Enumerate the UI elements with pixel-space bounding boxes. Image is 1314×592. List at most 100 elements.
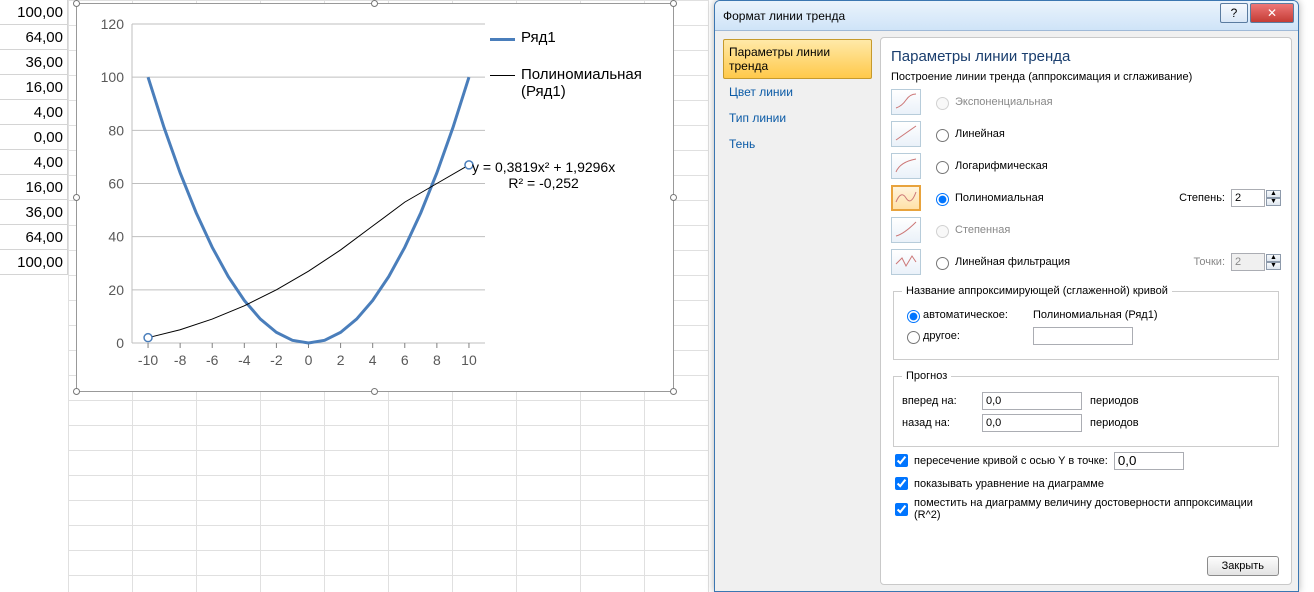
name-auto-radio[interactable] bbox=[907, 310, 920, 323]
name-other-label[interactable]: другое: bbox=[923, 330, 1033, 342]
cell[interactable]: 0,00 bbox=[0, 125, 68, 150]
svg-text:80: 80 bbox=[108, 122, 124, 138]
close-dialog-button[interactable]: Закрыть bbox=[1207, 556, 1279, 576]
svg-text:10: 10 bbox=[461, 352, 477, 368]
svg-text:6: 6 bbox=[401, 352, 409, 368]
svg-text:100: 100 bbox=[101, 69, 125, 85]
cell[interactable]: 36,00 bbox=[0, 50, 68, 75]
forecast-fieldset: Прогноз вперед на: периодов назад на: пе… bbox=[893, 370, 1279, 447]
forecast-legend: Прогноз bbox=[902, 370, 951, 382]
cell[interactable]: 64,00 bbox=[0, 25, 68, 50]
intercept-label[interactable]: пересечение кривой с осью Y в точке: bbox=[914, 455, 1108, 467]
svg-text:0: 0 bbox=[116, 335, 124, 351]
trendline-format-dialog: Формат линии тренда ? ✕ Параметры линии … bbox=[714, 0, 1299, 592]
build-label: Построение линии тренда (аппроксимация и… bbox=[891, 71, 1281, 83]
cell[interactable]: 36,00 bbox=[0, 200, 68, 225]
intercept-input[interactable] bbox=[1114, 452, 1184, 470]
fwd-input[interactable] bbox=[982, 392, 1082, 410]
svg-text:-4: -4 bbox=[238, 352, 251, 368]
name-other-radio[interactable] bbox=[907, 331, 920, 344]
bwd-input[interactable] bbox=[982, 414, 1082, 432]
exp-icon bbox=[891, 89, 921, 115]
log-label[interactable]: Логарифмическая bbox=[955, 160, 1048, 172]
nav-line-type[interactable]: Тип линии bbox=[723, 105, 872, 131]
log-radio[interactable] bbox=[936, 161, 949, 174]
lin-label[interactable]: Линейная bbox=[955, 128, 1005, 140]
degree-input[interactable] bbox=[1231, 189, 1265, 207]
pow-label: Степенная bbox=[955, 224, 1010, 236]
spin-up-icon: ▲ bbox=[1266, 254, 1281, 262]
svg-text:40: 40 bbox=[108, 229, 124, 245]
nav-shadow[interactable]: Тень bbox=[723, 131, 872, 157]
nav-trend-params[interactable]: Параметры линии тренда bbox=[723, 39, 872, 79]
dialog-nav: Параметры линии тренда Цвет линии Тип ли… bbox=[715, 31, 880, 591]
pow-radio bbox=[936, 225, 949, 238]
poly-radio[interactable] bbox=[936, 193, 949, 206]
svg-text:-2: -2 bbox=[270, 352, 283, 368]
cell[interactable]: 64,00 bbox=[0, 225, 68, 250]
ma-radio[interactable] bbox=[936, 257, 949, 270]
log-icon bbox=[891, 153, 921, 179]
points-input bbox=[1231, 253, 1265, 271]
cell[interactable]: 100,00 bbox=[0, 250, 68, 275]
close-button[interactable]: ✕ bbox=[1250, 3, 1294, 23]
periods-label: периодов bbox=[1090, 417, 1139, 429]
svg-text:60: 60 bbox=[108, 176, 124, 192]
pow-icon bbox=[891, 217, 921, 243]
worksheet: 100,00 64,00 36,00 16,00 4,00 0,00 4,00 … bbox=[0, 0, 1314, 592]
column-values: 100,00 64,00 36,00 16,00 4,00 0,00 4,00 … bbox=[0, 0, 68, 275]
nav-line-color[interactable]: Цвет линии bbox=[723, 79, 872, 105]
cell[interactable]: 16,00 bbox=[0, 175, 68, 200]
svg-text:20: 20 bbox=[108, 282, 124, 298]
degree-label: Степень: bbox=[1179, 192, 1225, 204]
show-r2-label[interactable]: поместить на диаграмму величину достовер… bbox=[914, 497, 1281, 521]
dialog-titlebar[interactable]: Формат линии тренда ? ✕ bbox=[715, 1, 1298, 31]
name-legend: Название аппроксимирующей (сглаженной) к… bbox=[902, 285, 1172, 297]
poly-icon bbox=[891, 185, 921, 211]
bwd-label: назад на: bbox=[902, 417, 982, 429]
chart-legend[interactable]: Ряд1 Полиномиальная (Ряд1) bbox=[490, 29, 661, 120]
svg-text:8: 8 bbox=[433, 352, 441, 368]
equation-label[interactable]: y = 0,3819x² + 1,9296x R² = -0,252 bbox=[472, 159, 615, 191]
name-other-input[interactable] bbox=[1033, 327, 1133, 345]
svg-text:4: 4 bbox=[369, 352, 377, 368]
degree-spinner[interactable]: ▲▼ bbox=[1231, 189, 1281, 207]
dialog-panel: Параметры линии тренда Построение линии … bbox=[880, 37, 1292, 585]
exp-label: Экспоненциальная bbox=[955, 96, 1053, 108]
poly-label[interactable]: Полиномиальная bbox=[955, 192, 1044, 204]
points-label: Точки: bbox=[1194, 256, 1225, 268]
svg-text:-6: -6 bbox=[206, 352, 219, 368]
lin-icon bbox=[891, 121, 921, 147]
ma-icon bbox=[891, 249, 921, 275]
lin-radio[interactable] bbox=[936, 129, 949, 142]
spin-up-icon[interactable]: ▲ bbox=[1266, 190, 1281, 198]
svg-text:-10: -10 bbox=[138, 352, 158, 368]
intercept-check[interactable] bbox=[895, 454, 908, 467]
cell[interactable]: 4,00 bbox=[0, 150, 68, 175]
chart-object[interactable]: 020406080100120-10-8-6-4-20246810 Ряд1 П… bbox=[76, 3, 674, 392]
cell[interactable]: 100,00 bbox=[0, 0, 68, 25]
legend-series: Ряд1 bbox=[521, 29, 556, 46]
name-fieldset: Название аппроксимирующей (сглаженной) к… bbox=[893, 285, 1279, 360]
spin-down-icon[interactable]: ▼ bbox=[1266, 198, 1281, 206]
help-button[interactable]: ? bbox=[1220, 3, 1248, 23]
svg-text:2: 2 bbox=[337, 352, 345, 368]
ma-label[interactable]: Линейная фильтрация bbox=[955, 256, 1070, 268]
points-spinner: ▲▼ bbox=[1231, 253, 1281, 271]
name-auto-value: Полиномиальная (Ряд1) bbox=[1033, 309, 1158, 321]
name-auto-label[interactable]: автоматическое: bbox=[923, 309, 1033, 321]
svg-text:120: 120 bbox=[101, 16, 125, 32]
fwd-label: вперед на: bbox=[902, 395, 982, 407]
show-r2-check[interactable] bbox=[895, 503, 908, 516]
show-eq-label[interactable]: показывать уравнение на диаграмме bbox=[914, 478, 1104, 490]
svg-text:0: 0 bbox=[305, 352, 313, 368]
cell[interactable]: 4,00 bbox=[0, 100, 68, 125]
periods-label: периодов bbox=[1090, 395, 1139, 407]
spin-down-icon: ▼ bbox=[1266, 262, 1281, 270]
panel-heading: Параметры линии тренда bbox=[891, 48, 1281, 65]
show-eq-check[interactable] bbox=[895, 477, 908, 490]
cell[interactable]: 16,00 bbox=[0, 75, 68, 100]
dialog-title: Формат линии тренда bbox=[723, 9, 845, 23]
legend-trend: Полиномиальная (Ряд1) bbox=[521, 66, 661, 100]
exp-radio bbox=[936, 97, 949, 110]
